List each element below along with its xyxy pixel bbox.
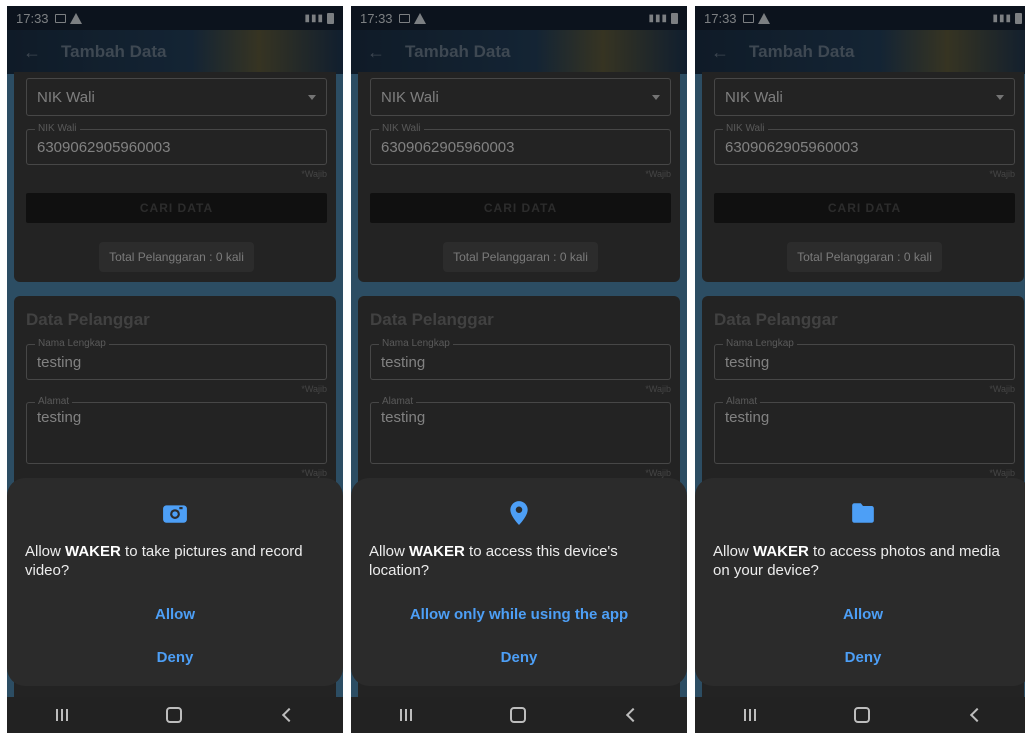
deny-button[interactable]: Deny — [7, 649, 343, 666]
allow-button[interactable]: Allow — [7, 606, 343, 623]
app-name: WAKER — [409, 543, 465, 560]
folder-icon — [852, 503, 874, 523]
home-icon[interactable] — [510, 707, 526, 723]
msg-prefix: Allow — [713, 543, 754, 560]
back-icon[interactable] — [969, 707, 985, 723]
deny-button[interactable]: Deny — [351, 649, 687, 666]
permission-dialog: Allow WAKER to access this device's loca… — [351, 478, 687, 686]
camera-icon — [163, 505, 187, 523]
deny-button[interactable]: Deny — [695, 649, 1025, 666]
location-icon — [510, 501, 528, 525]
permission-message: Allow WAKER to take pictures and record … — [25, 542, 323, 580]
back-icon[interactable] — [281, 707, 297, 723]
system-nav-bar — [351, 697, 687, 733]
phone-screen-camera-permission: 17:33 ▮▮▮ ← Tambah Data NIK Wali NIK Wal… — [7, 6, 343, 733]
home-icon[interactable] — [854, 707, 870, 723]
back-icon[interactable] — [625, 707, 641, 723]
recents-icon[interactable] — [56, 709, 68, 721]
allow-button[interactable]: Allow — [695, 606, 1025, 623]
app-name: WAKER — [65, 543, 121, 560]
permission-message: Allow WAKER to access this device's loca… — [369, 542, 667, 580]
home-icon[interactable] — [166, 707, 182, 723]
msg-prefix: Allow — [369, 543, 410, 560]
phone-screen-media-permission: 17:33 ▮▮▮ ← Tambah Data NIK Wali NIK Wal… — [695, 6, 1025, 733]
app-name: WAKER — [753, 543, 809, 560]
recents-icon[interactable] — [400, 709, 412, 721]
permission-dialog: Allow WAKER to take pictures and record … — [7, 478, 343, 686]
phone-screen-location-permission: 17:33 ▮▮▮ ← Tambah Data NIK Wali NIK Wal… — [351, 6, 687, 733]
allow-while-using-button[interactable]: Allow only while using the app — [351, 606, 687, 623]
permission-dialog: Allow WAKER to access photos and media o… — [695, 478, 1025, 686]
permission-message: Allow WAKER to access photos and media o… — [713, 542, 1011, 580]
system-nav-bar — [695, 697, 1025, 733]
msg-prefix: Allow — [25, 543, 66, 560]
recents-icon[interactable] — [744, 709, 756, 721]
system-nav-bar — [7, 697, 343, 733]
